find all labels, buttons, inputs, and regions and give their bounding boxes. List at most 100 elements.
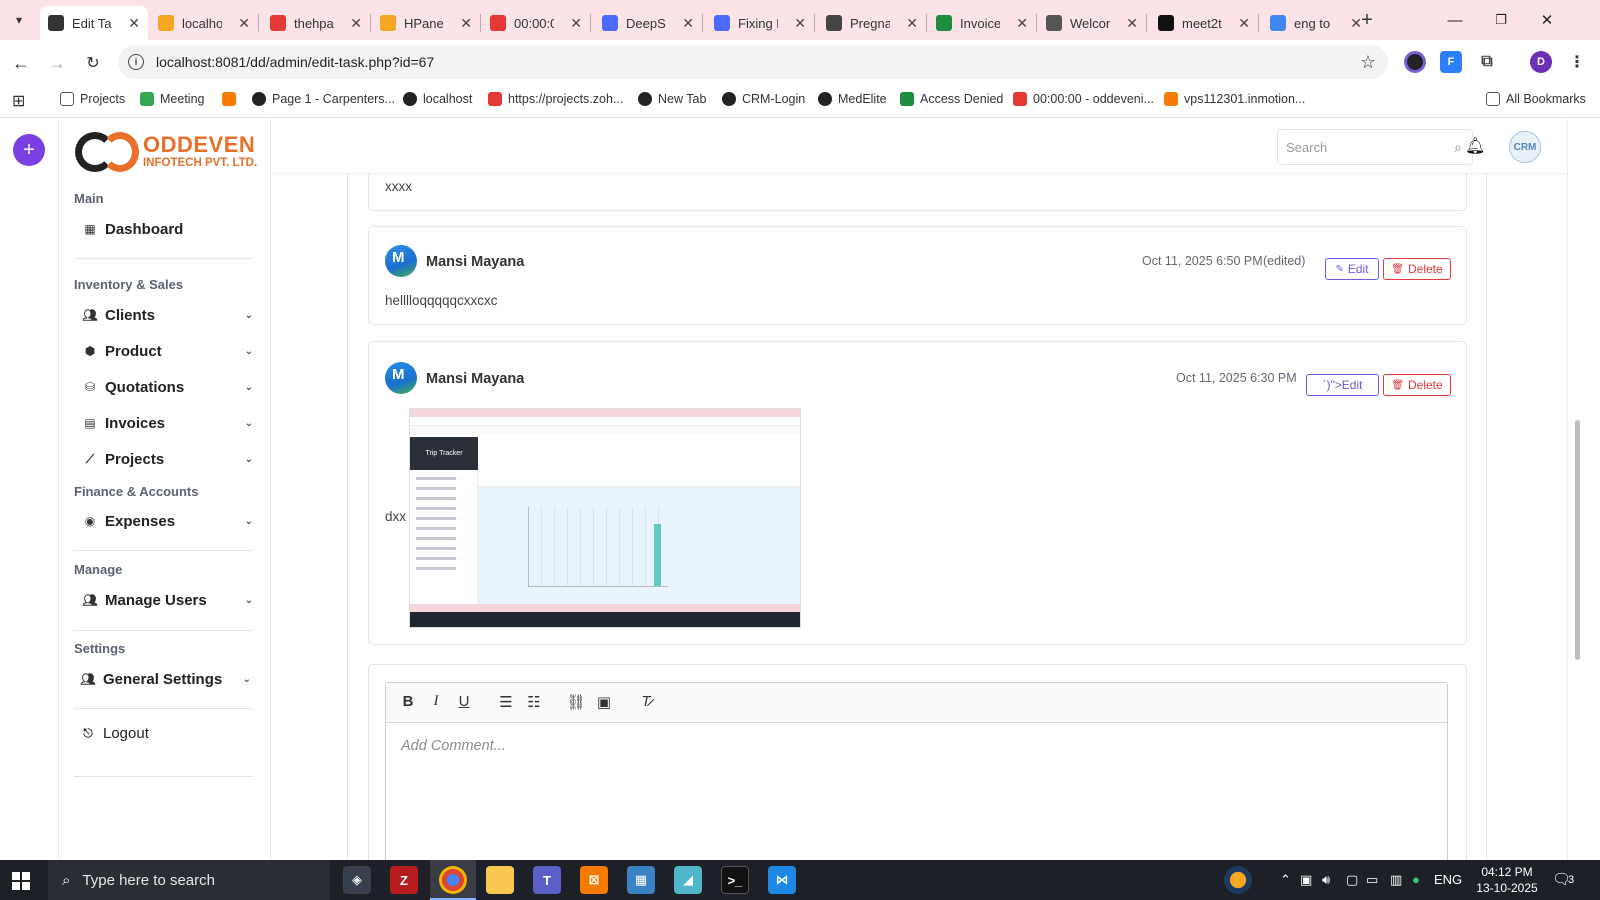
sidebar-item-general-settings[interactable]: 👥︎ General Settings ⌄: [80, 664, 251, 694]
forward-button[interactable]: →: [44, 50, 70, 76]
taskbar-search[interactable]: ⌕ Type here to search: [48, 860, 330, 900]
profile-avatar[interactable]: D: [1530, 51, 1552, 73]
reload-button[interactable]: ↻: [80, 50, 106, 76]
tray-app-icon[interactable]: ▣: [1300, 872, 1312, 888]
delete-comment-button[interactable]: 🗑︎ Delete: [1383, 258, 1451, 280]
browser-tab[interactable]: Welcome ✕: [1038, 6, 1146, 40]
xampp-icon[interactable]: ⊠: [580, 866, 608, 894]
browser-tab[interactable]: Fixing E ✕: [706, 6, 814, 40]
new-tab-button[interactable]: +: [1354, 7, 1380, 33]
header-search[interactable]: ⌕: [1277, 129, 1473, 165]
windows-start-icon[interactable]: [12, 872, 30, 890]
sidebar-item-clients[interactable]: 👥︎ Clients ⌄: [82, 300, 253, 330]
extension-icon[interactable]: [1404, 51, 1426, 73]
address-bar[interactable]: i localhost:8081/dd/admin/edit-task.php?…: [118, 45, 1388, 79]
clear-format-icon[interactable]: T̷: [636, 693, 656, 710]
bookmark-item[interactable]: CRM-Login: [722, 92, 805, 106]
teams-icon[interactable]: T: [533, 866, 561, 894]
browser-tab[interactable]: 00:00:00 ✕: [482, 6, 590, 40]
close-tab-icon[interactable]: ✕: [128, 15, 140, 32]
bookmark-item[interactable]: Projects: [60, 92, 125, 106]
bookmark-item[interactable]: https://projects.zoh...: [488, 92, 623, 106]
sidebar-item-manage-users[interactable]: 👥︎ Manage Users ⌄: [82, 585, 253, 615]
underline-icon[interactable]: U: [454, 693, 474, 710]
calculator-icon[interactable]: ▦: [627, 866, 655, 894]
all-bookmarks[interactable]: All Bookmarks: [1486, 92, 1586, 106]
apps-grid-icon[interactable]: ⊞: [12, 91, 25, 111]
close-tab-icon[interactable]: ✕: [906, 15, 918, 32]
bookmark-star-icon[interactable]: ☆: [1360, 52, 1376, 73]
bookmark-item[interactable]: Access Denied: [900, 92, 1003, 106]
close-tab-icon[interactable]: ✕: [350, 15, 362, 32]
image-icon[interactable]: ▣: [594, 693, 614, 711]
bookmark-item[interactable]: Page 1 - Carpenters...: [252, 92, 395, 106]
sidebar-item-expenses[interactable]: ◉ Expenses ⌄: [83, 506, 253, 536]
search-icon[interactable]: ⌕: [1454, 139, 1462, 156]
back-button[interactable]: ←: [8, 50, 34, 76]
browser-tab[interactable]: DeepSeek ✕: [594, 6, 702, 40]
comment-attachment-image[interactable]: Trip Tracker: [409, 408, 801, 628]
sidebar-item-quotations[interactable]: ⛁ Quotations ⌄: [83, 372, 253, 402]
close-tab-icon[interactable]: ✕: [794, 15, 806, 32]
file-explorer-icon[interactable]: [486, 866, 514, 894]
close-tab-icon[interactable]: ✕: [238, 15, 250, 32]
site-info-icon[interactable]: i: [128, 54, 144, 70]
close-tab-icon[interactable]: ✕: [570, 15, 582, 32]
close-tab-icon[interactable]: ✕: [1238, 15, 1250, 32]
browser-tab[interactable]: thehpartners ✕: [262, 6, 370, 40]
filezilla-icon[interactable]: Z: [390, 866, 418, 894]
link-icon[interactable]: ⛓: [566, 693, 586, 711]
tray-app-icon[interactable]: ▥: [1390, 872, 1402, 888]
ordered-list-icon[interactable]: ☰: [496, 693, 516, 711]
sidebar-item-projects[interactable]: ⟋ Projects ⌄: [83, 444, 253, 474]
company-logo[interactable]: ODDEVEN INFOTECH PVT. LTD.: [75, 132, 257, 172]
close-tab-icon[interactable]: ✕: [682, 15, 694, 32]
notification-bell-icon[interactable]: 🔔︎: [1465, 136, 1485, 156]
italic-icon[interactable]: I: [426, 693, 446, 710]
sidebar-item-invoices[interactable]: ▤ Invoices ⌄: [83, 408, 253, 438]
chrome-icon[interactable]: [439, 866, 467, 894]
browser-tab[interactable]: localhost ✕: [150, 6, 258, 40]
extensions-puzzle-icon[interactable]: ⧉: [1476, 51, 1498, 73]
sidebar-item-product[interactable]: ⬢ Product ⌄: [83, 336, 253, 366]
sidebar-item-logout[interactable]: ⎋ Logout: [81, 718, 251, 748]
language-indicator[interactable]: ENG: [1434, 872, 1462, 887]
close-window-button[interactable]: ✕: [1524, 0, 1570, 40]
tray-app-icon[interactable]: ▢: [1346, 872, 1358, 888]
bookmark-item[interactable]: localhost: [403, 92, 472, 106]
app-icon[interactable]: ◢: [674, 866, 702, 894]
close-tab-icon[interactable]: ✕: [1016, 15, 1028, 32]
status-dot-icon[interactable]: ●: [1412, 872, 1420, 887]
system-clock[interactable]: 04:12 PM 13-10-2025: [1476, 864, 1538, 896]
bookmark-item[interactable]: Meeting: [140, 92, 204, 106]
weather-icon[interactable]: [1224, 866, 1252, 894]
bold-icon[interactable]: B: [398, 693, 418, 710]
network-icon[interactable]: ▭: [1366, 872, 1378, 888]
quick-add-button[interactable]: +: [13, 134, 45, 166]
comment-textarea[interactable]: Add Comment...: [401, 738, 506, 754]
bookmark-item[interactable]: 00:00:00 - oddeveni...: [1013, 92, 1154, 106]
tray-chevron-icon[interactable]: ⌃: [1280, 872, 1291, 888]
minimize-button[interactable]: —: [1432, 0, 1478, 40]
tab-search-chevron-icon[interactable]: ▾: [6, 7, 32, 33]
edit-comment-button[interactable]: `)">Edit: [1306, 374, 1379, 396]
edit-comment-button[interactable]: ✎ Edit: [1325, 258, 1379, 280]
browser-tab[interactable]: Pregnancy ✕: [818, 6, 926, 40]
extension-icon[interactable]: F: [1440, 51, 1462, 73]
browser-tab[interactable]: HPanel ✕: [372, 6, 480, 40]
volume-icon[interactable]: 🔊︎: [1322, 872, 1330, 888]
bookmark-item[interactable]: New Tab: [638, 92, 706, 106]
search-input[interactable]: [1286, 139, 1436, 155]
close-tab-icon[interactable]: ✕: [460, 15, 472, 32]
browser-tab[interactable]: Edit Task ✕: [40, 6, 148, 40]
bookmark-item[interactable]: vps112301.inmotion...: [1164, 92, 1305, 106]
user-avatar[interactable]: CRM: [1509, 131, 1541, 163]
browser-tab[interactable]: Invoice ✕: [928, 6, 1036, 40]
address-url[interactable]: localhost:8081/dd/admin/edit-task.php?id…: [156, 54, 434, 70]
bookmark-item[interactable]: MedElite: [818, 92, 887, 106]
browser-menu-icon[interactable]: ⋮: [1566, 51, 1588, 73]
delete-comment-button[interactable]: 🗑︎ Delete: [1383, 374, 1451, 396]
bullet-list-icon[interactable]: ☷: [524, 693, 544, 711]
browser-tab[interactable]: meet2tech ✕: [1150, 6, 1258, 40]
terminal-icon[interactable]: >_: [721, 866, 749, 894]
